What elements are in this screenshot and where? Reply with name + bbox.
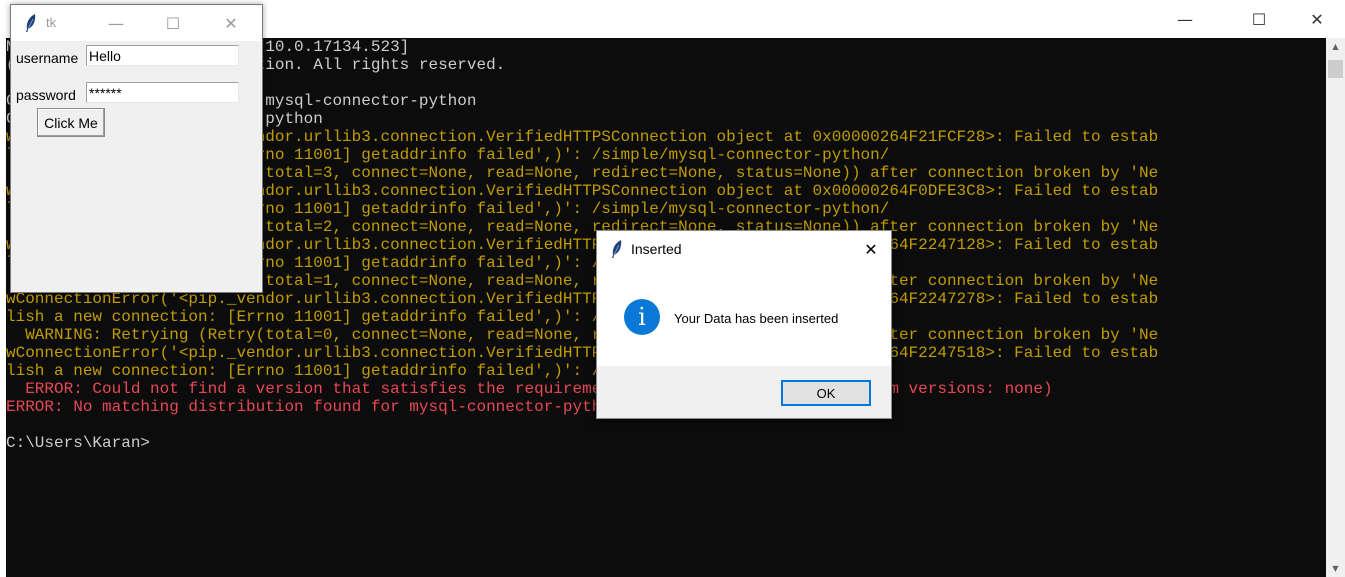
password-label: password (16, 87, 76, 103)
dialog-feather-icon (612, 240, 622, 258)
console-line: ERROR: No matching distribution found fo… (6, 398, 621, 416)
tk-maximize-button[interactable]: ☐ (153, 5, 193, 41)
console-line: ERROR: Could not find a version that sat… (6, 380, 1053, 398)
console-line: lish a new connection: [Errno 11001] get… (6, 362, 890, 380)
password-input[interactable]: ****** (86, 82, 239, 103)
console-line: C:\Users\Karan> (6, 434, 151, 452)
dialog-message: Your Data has been inserted (674, 311, 839, 326)
tk-titlebar[interactable]: tk — ☐ ✕ (11, 5, 262, 41)
info-icon: i (624, 299, 660, 335)
inserted-dialog: Inserted ✕ i Your Data has been inserted… (596, 230, 892, 419)
tk-close-button[interactable]: ✕ (211, 5, 251, 41)
console-close-button[interactable]: ✕ (1292, 0, 1342, 38)
dialog-title: Inserted (631, 241, 682, 257)
tk-window-title: tk (46, 15, 57, 30)
tk-login-window: tk — ☐ ✕ username Hello password ****** … (10, 4, 263, 293)
dialog-titlebar[interactable]: Inserted ✕ (597, 231, 891, 267)
ok-button[interactable]: OK (781, 380, 871, 406)
console-scrollbar[interactable]: ▲ ▼ (1326, 38, 1345, 577)
dialog-close-button[interactable]: ✕ (851, 231, 891, 267)
scroll-up-arrow-icon[interactable]: ▲ (1326, 38, 1345, 55)
tk-minimize-button[interactable]: — (96, 5, 136, 41)
console-line: lish a new connection: [Errno 11001] get… (6, 308, 890, 326)
click-me-button[interactable]: Click Me (37, 108, 105, 137)
username-label: username (16, 50, 79, 66)
scrollbar-thumb[interactable] (1328, 60, 1343, 78)
tk-feather-icon (26, 14, 36, 32)
console-maximize-button[interactable]: ☐ (1234, 0, 1284, 38)
scroll-down-arrow-icon[interactable]: ▼ (1326, 560, 1345, 577)
dialog-footer: OK (597, 366, 891, 418)
console-line: wConnectionError('<pip._vendor.urllib3.c… (6, 344, 1159, 362)
username-input[interactable]: Hello (86, 45, 239, 66)
console-line: WARNING: Retrying (Retry(total=0, connec… (6, 326, 1159, 344)
console-minimize-button[interactable]: — (1160, 0, 1210, 38)
